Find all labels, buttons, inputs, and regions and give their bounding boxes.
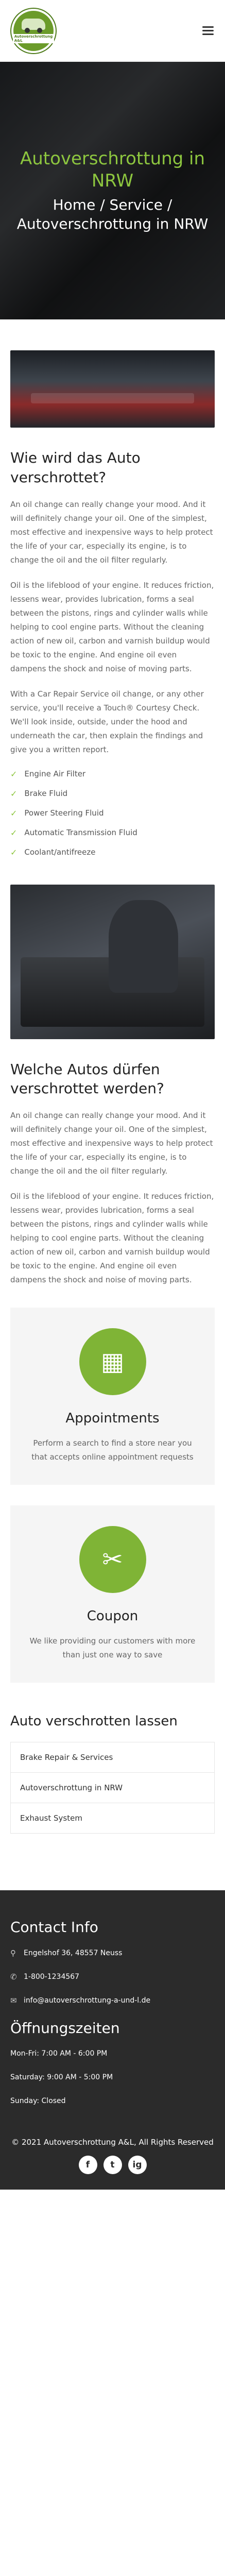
service-link[interactable]: Brake Repair & Services [10,1742,215,1773]
checklist-item-label: Engine Air Filter [24,769,86,779]
map-pin-icon: ⚲ [10,1948,16,1958]
menu-toggle-button[interactable] [202,26,214,35]
breadcrumb-separator: / [163,196,172,214]
main-content: Wie wird das Auto verschrottet? An oil c… [0,350,225,1834]
social-links: f t ig [10,2156,215,2175]
facebook-icon[interactable]: f [78,2156,97,2175]
mail-icon: ✉ [10,1996,17,2006]
section-heading: Welche Autos dürfen verschrottet werden? [10,1060,164,1097]
check-icon: ✓ [10,847,18,857]
card-title: Appointments [65,1411,160,1427]
checklist-item-label: Power Steering Fluid [24,808,104,818]
copyright: © 2021 Autoverschrottung A&L, All Rights… [11,2138,214,2147]
email-line[interactable]: ✉ info@autoverschrottung-a-und-l.de [10,1996,215,2005]
coupon-card[interactable]: ✂ Coupon We like providing our customers… [10,1505,215,1683]
instagram-icon[interactable]: ig [128,2156,147,2175]
card-text: We like providing our customers with mor… [29,1636,196,1660]
address-text: Engelshof 36, 48557 Neuss [24,1949,123,1958]
hours-line: Saturday: 9:00 AM - 5:00 PM [10,2073,113,2082]
service-link[interactable]: Exhaust System [10,1803,215,1834]
section-heading: Wie wird das Auto verschrottet? [10,449,141,486]
hamburger-line [202,26,214,28]
checklist-item: ✓ Engine Air Filter [10,768,215,781]
checklist-item: ✓ Brake Fluid [10,788,215,800]
check-icon: ✓ [10,808,18,818]
car-icon [22,18,45,33]
card-title: Coupon [86,1608,139,1624]
links-title: Auto verschrotten lassen [10,1714,178,1730]
hours-line: Mon-Fri: 7:00 AM - 6:00 PM [10,2049,108,2058]
phone-line[interactable]: ✆ 1-800-1234567 [10,1972,215,1981]
checklist-item: ✓ Power Steering Fluid [10,807,215,820]
checklist: ✓ Engine Air Filter ✓ Brake Fluid ✓ Power S… [10,768,215,859]
paragraph: With a Car Repair Service oil change, or… [10,689,204,754]
check-icon: ✓ [10,788,18,799]
hours-line: Sunday: Closed [10,2097,66,2106]
service-link[interactable]: Autoverschrottung in NRW [10,1773,215,1804]
hamburger-line [202,33,214,35]
phone-text: 1-800-1234567 [24,1973,80,1981]
twitter-icon[interactable]: t [103,2156,122,2175]
mechanic-photo [10,884,215,1039]
check-icon: ✓ [10,827,18,838]
hours-title: Öffnungszeiten [10,2020,120,2037]
address-line: ⚲ Engelshof 36, 48557 Neuss [10,1948,215,1958]
appointments-card[interactable]: ▦ Appointments Perform a search to find … [10,1308,215,1485]
site-header: Autoverschrottung A&L [0,0,225,62]
calendar-icon: ▦ [79,1328,146,1396]
check-icon: ✓ [10,769,18,779]
checklist-item-label: Coolant/antifreeze [24,848,96,857]
breadcrumb-home[interactable]: Home [53,196,96,213]
card-text: Perform a search to find a store near yo… [31,1438,194,1462]
phone-icon: ✆ [10,1972,17,1982]
paragraph: Oil is the lifeblood of your engine. It … [10,1192,214,1285]
breadcrumb-separator: / [95,196,110,214]
checklist-item: ✓ Automatic Transmission Fluid [10,827,215,839]
paragraph: Oil is the lifeblood of your engine. It … [10,580,214,673]
paragraph: An oil change can really change your moo… [10,1111,213,1176]
breadcrumb-service[interactable]: Service [110,196,163,213]
checklist-item-label: Brake Fluid [24,789,68,799]
email-text: info@autoverschrottung-a-und-l.de [24,1996,151,2005]
contact-title: Contact Info [10,1919,98,1936]
service-links: Brake Repair & Services Autoverschrottun… [10,1742,215,1834]
ticket-icon: ✂ [79,1526,146,1594]
site-footer: Contact Info ⚲ Engelshof 36, 48557 Neuss … [0,1890,225,2190]
paragraph: An oil change can really change your moo… [10,499,213,565]
page-title: Autoverschrottung in NRW [20,148,205,191]
logo-text: Autoverschrottung A&L [12,33,55,43]
breadcrumb-current: Autoverschrottung in NRW [16,215,209,232]
breadcrumb: Home / Service / Autoverschrottung in NR… [10,196,215,233]
site-logo[interactable]: Autoverschrottung A&L [11,8,56,53]
service-photo [10,350,215,428]
hamburger-line [202,30,214,31]
checklist-item: ✓ Coolant/antifreeze [10,846,215,859]
page-hero: Autoverschrottung in NRW Home / Service … [0,62,225,319]
checklist-item-label: Automatic Transmission Fluid [24,828,137,838]
